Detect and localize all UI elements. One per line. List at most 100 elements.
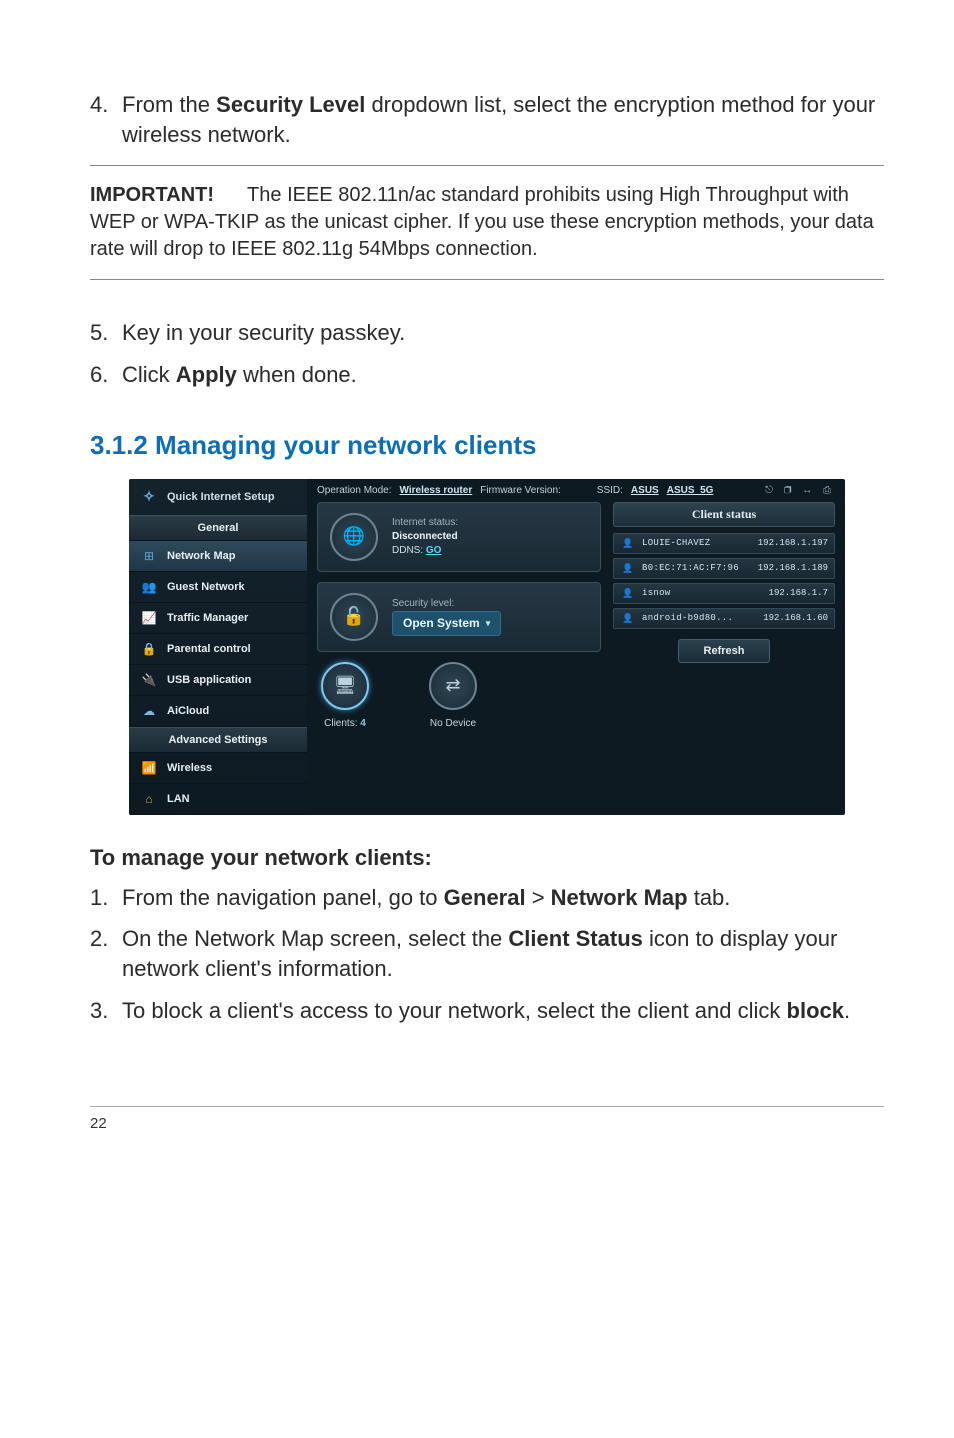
client-icon: 👤 (620, 613, 636, 624)
sidebar-group-advanced: Advanced Settings (129, 727, 307, 753)
manage-step-3-number: 3. (90, 996, 122, 1026)
step-5: 5. Key in your security passkey. (90, 318, 884, 348)
refresh-button[interactable]: Refresh (678, 639, 770, 663)
client-row[interactable]: 👤 isnow 192.168.1.7 (613, 583, 835, 604)
security-card[interactable]: 🔓 Security level: Open System ▾ (317, 582, 601, 652)
client-icon: 👤 (620, 588, 636, 599)
manage-clients-heading: To manage your network clients: (90, 845, 884, 871)
clients-icon: 🖥 (321, 662, 369, 710)
section-heading: 3.1.2 Managing your network clients (90, 430, 884, 461)
manage-step-1-pre: From the navigation panel, go to (122, 885, 444, 910)
clients-count: 4 (360, 718, 366, 729)
step-5-number: 5. (90, 318, 122, 348)
step-4-pre: From the (122, 92, 216, 117)
sidebar-item-label: Traffic Manager (167, 612, 248, 624)
sidebar-item-aicloud[interactable]: ☁ AiCloud (129, 696, 307, 727)
client-icon: 👤 (620, 538, 636, 549)
header-icons[interactable]: ⎋ ❐ ↔ ⎙ (765, 485, 835, 496)
manage-step-1-post: tab. (688, 885, 731, 910)
router-main: Operation Mode: Wireless router Firmware… (307, 479, 845, 815)
step-6-bold: Apply (176, 362, 237, 387)
lock-icon: 🔓 (330, 593, 378, 641)
ssid-2[interactable]: ASUS_5G (667, 485, 714, 496)
sidebar-item-guest-network[interactable]: 👥 Guest Network (129, 572, 307, 603)
router-header: Operation Mode: Wireless router Firmware… (317, 485, 835, 502)
client-ip: 192.168.1.189 (754, 563, 828, 573)
guest-network-icon: 👥 (139, 579, 159, 595)
sidebar-item-usb-application[interactable]: 🔌 USB application (129, 665, 307, 696)
quick-internet-setup[interactable]: ✧ Quick Internet Setup (129, 479, 307, 515)
divider-top (90, 165, 884, 166)
sidebar-item-label: AiCloud (167, 705, 209, 717)
wand-icon: ✧ (139, 487, 159, 507)
manage-step-2-pre: On the Network Map screen, select the (122, 926, 508, 951)
manage-step-2-b1: Client Status (508, 926, 642, 951)
page-footer: 22 (90, 1106, 884, 1132)
client-row[interactable]: 👤 android-b9d80... 192.168.1.60 (613, 608, 835, 629)
manage-step-1-b2: Network Map (551, 885, 688, 910)
step-6-number: 6. (90, 360, 122, 390)
clients-tile[interactable]: 🖥 Clients: 4 (321, 662, 369, 729)
sidebar-group-general: General (129, 515, 307, 541)
manage-step-3-b1: block (787, 998, 844, 1023)
ssid-1[interactable]: ASUS (631, 485, 659, 496)
sidebar-item-label: Wireless (167, 762, 212, 774)
client-status-panel: Client status 👤 LOUIE-CHAVEZ 192.168.1.1… (613, 502, 835, 729)
bottom-tiles: 🖥 Clients: 4 ⇄ No Device (317, 662, 601, 729)
sidebar-item-label: LAN (167, 793, 190, 805)
sidebar-item-lan[interactable]: ⌂ LAN (129, 784, 307, 815)
step-6: 6. Click Apply when done. (90, 360, 884, 390)
manage-step-1-number: 1. (90, 883, 122, 913)
parental-control-icon: 🔒 (139, 641, 159, 657)
sidebar-item-parental-control[interactable]: 🔒 Parental control (129, 634, 307, 665)
client-ip: 192.168.1.7 (754, 588, 828, 598)
sidebar-item-network-map[interactable]: ⊞ Network Map (129, 541, 307, 572)
manage-step-2-text: On the Network Map screen, select the Cl… (122, 924, 884, 983)
manage-step-3-text: To block a client's access to your netwo… (122, 996, 884, 1026)
usb-caption: No Device (429, 718, 477, 729)
client-ip: 192.168.1.197 (754, 538, 828, 548)
usb-icon: ⇄ (429, 662, 477, 710)
clients-caption-label: Clients: (324, 718, 357, 729)
sidebar-item-wireless[interactable]: 📶 Wireless (129, 753, 307, 784)
divider-bottom (90, 279, 884, 280)
client-row[interactable]: 👤 LOUIE-CHAVEZ 192.168.1.197 (613, 533, 835, 554)
manage-step-1: 1. From the navigation panel, go to Gene… (90, 883, 884, 913)
network-map-icon: ⊞ (139, 548, 159, 564)
step-5-text: Key in your security passkey. (122, 318, 884, 348)
step-4-text: From the Security Level dropdown list, s… (122, 90, 884, 149)
ddns-go-link[interactable]: GO (426, 545, 442, 556)
internet-status-lines: Internet status: Disconnected DDNS: GO (392, 516, 458, 558)
step-6-text: Click Apply when done. (122, 360, 884, 390)
op-mode-label: Operation Mode: (317, 485, 392, 496)
router-sidebar: ✧ Quick Internet Setup General ⊞ Network… (129, 479, 307, 815)
client-name: LOUIE-CHAVEZ (642, 538, 748, 548)
sidebar-item-label: USB application (167, 674, 251, 686)
wireless-icon: 📶 (139, 760, 159, 776)
security-lines: Security level: Open System ▾ (392, 597, 501, 636)
manage-step-1-text: From the navigation panel, go to General… (122, 883, 884, 913)
internet-status-title: Internet status: (392, 516, 458, 530)
quick-internet-setup-label: Quick Internet Setup (167, 491, 275, 503)
step-6-pre: Click (122, 362, 176, 387)
usb-tile[interactable]: ⇄ No Device (429, 662, 477, 729)
globe-icon: 🌐 (330, 513, 378, 561)
security-title: Security level: (392, 597, 501, 611)
manage-step-2-number: 2. (90, 924, 122, 983)
client-ip: 192.168.1.60 (754, 613, 828, 623)
security-level-dropdown[interactable]: Open System ▾ (392, 611, 501, 636)
router-screenshot: ✧ Quick Internet Setup General ⊞ Network… (129, 479, 845, 815)
ssid-label: SSID: (597, 485, 623, 496)
op-mode-value[interactable]: Wireless router (400, 485, 473, 496)
step-6-post: when done. (237, 362, 357, 387)
client-row[interactable]: 👤 B0:EC:71:AC:F7:96 192.168.1.189 (613, 558, 835, 579)
fw-label: Firmware Version: (480, 485, 561, 496)
internet-status-card[interactable]: 🌐 Internet status: Disconnected DDNS: GO (317, 502, 601, 572)
client-name: B0:EC:71:AC:F7:96 (642, 563, 748, 573)
manage-step-3: 3. To block a client's access to your ne… (90, 996, 884, 1026)
sidebar-item-traffic-manager[interactable]: 📈 Traffic Manager (129, 603, 307, 634)
step-4-number: 4. (90, 90, 122, 149)
client-name: isnow (642, 588, 748, 598)
internet-status-value: Disconnected (392, 530, 458, 544)
clients-caption: Clients: 4 (321, 718, 369, 729)
